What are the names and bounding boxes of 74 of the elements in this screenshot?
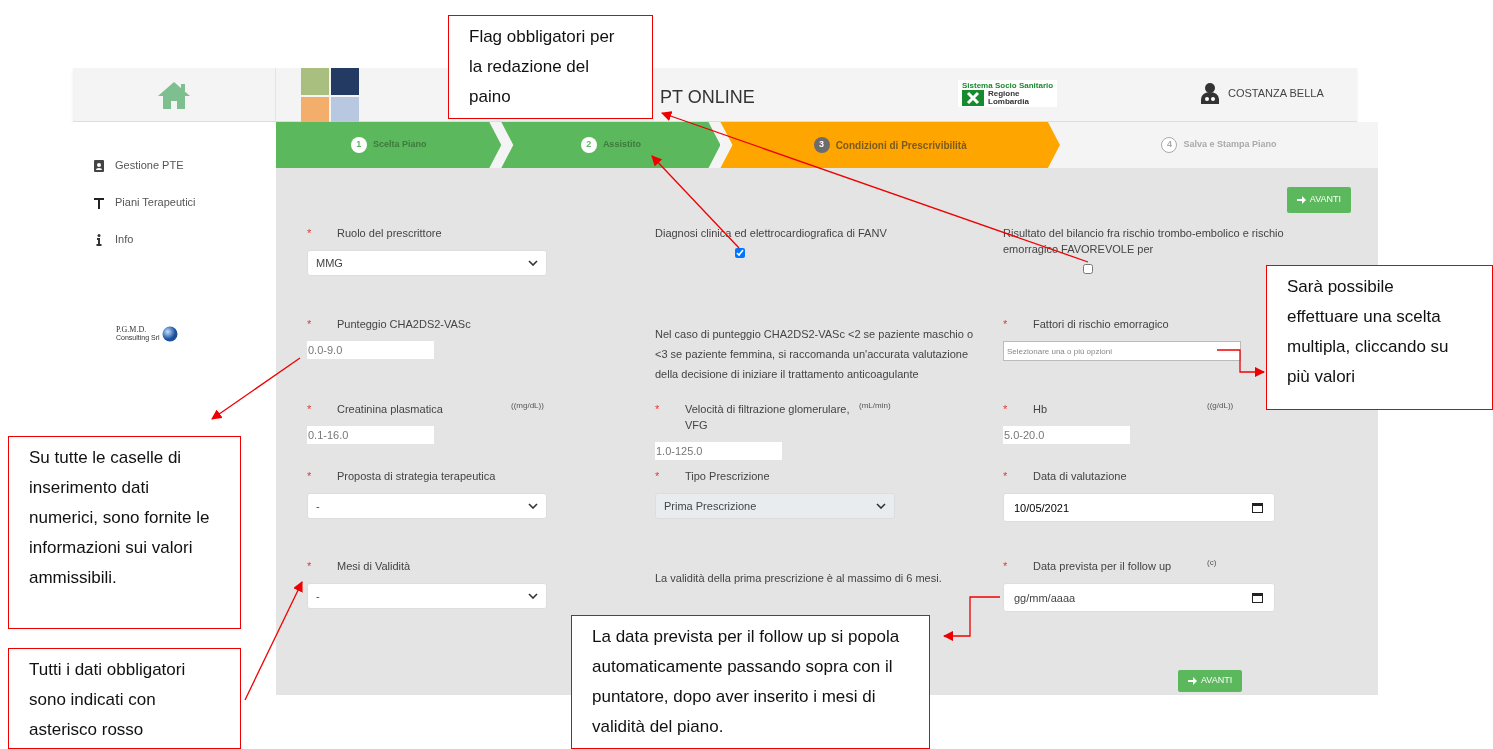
callout-note: Flag obbligatori per la redazione del paino <box>448 15 653 119</box>
required-asterisk: * <box>1003 469 1009 484</box>
globe-icon <box>161 326 178 342</box>
arrow-right-icon <box>1188 677 1197 685</box>
wizard-step[interactable]: 3 Condizioni di Prescrivibilità <box>720 122 1060 168</box>
annotation-arrow <box>1216 349 1266 378</box>
required-asterisk: * <box>655 402 661 417</box>
input-field[interactable]: 5.0-20.0 <box>1003 426 1130 444</box>
logo-text: P.G.M.D. <box>116 326 148 334</box>
field-label: Hb <box>1033 402 1049 417</box>
callout-note: Su tutte le caselle di inserimento dati numerici, sono fornite le informazioni sui valori ammissibili. <box>8 436 241 629</box>
select-field[interactable]: - <box>307 583 547 609</box>
callout-note: Tutti i dati obbligatori sono indicati con asterisco rosso <box>8 648 241 749</box>
date-field[interactable]: 10/05/2021 <box>1003 493 1275 522</box>
date-field[interactable]: gg/mm/aaaa <box>1003 583 1275 612</box>
checkbox[interactable] <box>735 248 745 258</box>
required-asterisk: * <box>307 226 313 241</box>
field-label: Data prevista per il follow up <box>1033 559 1173 574</box>
sidebar-item[interactable]: Piani Terapeutici <box>73 184 276 221</box>
required-asterisk: * <box>1003 402 1009 417</box>
calendar-icon[interactable] <box>1252 592 1263 603</box>
select-field[interactable]: MMG <box>307 250 547 276</box>
callout-note: La data prevista per il follow up si popola automaticamente passando sopra con il puntatore, dopo aver inserito i mesi di validità del piano. <box>571 615 930 749</box>
unit-label: (c) <box>1207 558 1217 569</box>
logo-caption: Sistema Socio Sanitario <box>962 81 1054 90</box>
required-asterisk: * <box>307 402 313 417</box>
sidebar-item[interactable]: Gestione PTE <box>73 147 276 184</box>
required-asterisk: * <box>307 469 313 484</box>
logo-name: Regione <box>988 90 1020 98</box>
step-number: 4 <box>1161 137 1178 153</box>
required-asterisk: * <box>307 559 313 574</box>
checkbox[interactable] <box>1083 264 1093 274</box>
multi-select-field[interactable]: Selezionare una o più opzioni <box>1003 341 1241 361</box>
select-field[interactable]: - <box>307 493 547 519</box>
required-asterisk: * <box>655 469 661 484</box>
annotation-arrow <box>942 596 1001 642</box>
user-icon <box>1200 82 1220 104</box>
step-number: 1 <box>350 137 367 153</box>
caret-icon <box>528 260 538 266</box>
unit-label: ((g/dL)) <box>1207 401 1234 412</box>
field-label: Punteggio CHA2DS2-VASc <box>337 317 472 332</box>
caret-icon <box>876 503 886 509</box>
input-field[interactable]: 0.1-16.0 <box>307 426 434 444</box>
app-title: PT ONLINE <box>660 86 755 109</box>
field-label: Data di valutazione <box>1033 469 1128 484</box>
field-label: Mesi di Validità <box>337 559 412 574</box>
unit-label: ((mg/dL)) <box>511 401 544 412</box>
required-asterisk: * <box>1003 317 1009 332</box>
step-number: 3 <box>813 137 830 153</box>
input-field[interactable]: 0.0-9.0 <box>307 341 434 359</box>
callout-note: Sarà possibile effettuare una scelta multipla, cliccando su più valori <box>1266 265 1493 410</box>
required-asterisk: * <box>307 317 313 332</box>
contact-book-icon <box>93 158 105 173</box>
field-label: Velocità di filtrazione glomerulare, VFG <box>685 402 851 433</box>
step-number: 2 <box>580 137 597 153</box>
arrow-right-icon <box>1296 196 1306 204</box>
info-note: La validità della prima prescrizione è al massimo di 6 mesi. <box>655 571 943 586</box>
caret-icon <box>528 503 538 509</box>
field-label: Proposta di strategia terapeutica <box>337 469 497 484</box>
staff-icon <box>93 195 105 210</box>
input-field[interactable]: 1.0-125.0 <box>655 442 782 460</box>
info-note: Nel caso di punteggio CHA2DS2-VASc <2 se paziente maschio o <3 se paziente femmina, si raccomanda un'accurata valutazione della decisione di iniziare il trattamento anticoagulante <box>655 327 975 382</box>
unit-label: (mL/min) <box>859 401 891 412</box>
field-label: Fattori di rischio emorragico <box>1033 317 1170 332</box>
logo-name: Lombardia <box>988 98 1029 106</box>
field-label: Ruolo del prescrittore <box>337 226 443 241</box>
field-label: Tipo Prescrizione <box>685 469 771 484</box>
field-label: Creatinina plasmatica <box>337 402 444 417</box>
calendar-icon[interactable] <box>1252 502 1263 513</box>
puzzle-logo <box>300 68 360 124</box>
caret-icon <box>528 593 538 599</box>
sidebar-item[interactable]: Info <box>73 221 276 258</box>
user-name[interactable]: COSTANZA BELLA <box>1228 84 1324 102</box>
required-asterisk: * <box>1003 559 1009 574</box>
